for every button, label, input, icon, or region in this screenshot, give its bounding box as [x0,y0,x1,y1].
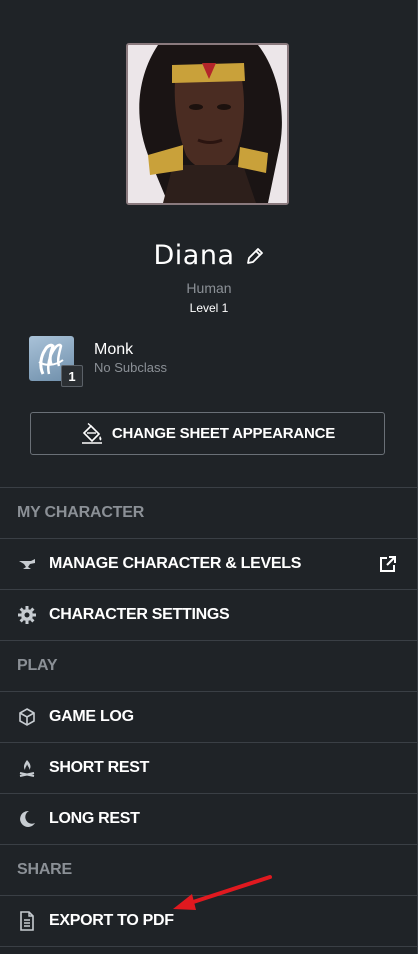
pencil-icon[interactable] [245,246,265,266]
character-race: Human [186,280,232,296]
character-sidebar: Diana Human Level 1 1 Monk No Subclass C… [0,0,418,954]
change-sheet-appearance-button[interactable]: CHANGE SHEET APPEARANCE [30,412,385,455]
menu-item-short-rest[interactable]: SHORT REST [0,742,418,793]
menu-bottom-divider [0,946,418,954]
gear-icon [17,605,37,625]
character-settings-label: CHARACTER SETTINGS [49,606,230,623]
game-log-label: GAME LOG [49,708,134,725]
menu-item-character-settings[interactable]: CHARACTER SETTINGS [0,589,418,640]
monk-class-icon: 1 [29,336,83,387]
section-my-character: MY CHARACTER [0,487,418,538]
menu-item-game-log[interactable]: GAME LOG [0,691,418,742]
portrait-image [128,45,287,203]
external-link-icon[interactable] [378,554,398,574]
section-play: PLAY [0,640,418,691]
class-summary[interactable]: 1 Monk No Subclass [29,336,167,387]
dice-cube-icon [17,707,37,727]
short-rest-label: SHORT REST [49,759,150,776]
annotation-arrow-icon [173,875,272,910]
manage-character-label: MANAGE CHARACTER & LEVELS [49,555,302,572]
campfire-icon [17,758,37,778]
change-sheet-appearance-label: CHANGE SHEET APPEARANCE [111,425,336,442]
moon-icon [17,809,37,829]
class-text: Monk No Subclass [94,336,167,381]
document-icon [17,911,37,931]
menu-item-manage-character[interactable]: MANAGE CHARACTER & LEVELS [0,538,418,589]
character-level: Level 1 [189,301,229,315]
character-name: Diana [153,240,235,271]
character-portrait[interactable] [126,43,289,205]
character-name-row: Diana [0,240,418,271]
paint-bucket-icon [81,422,102,444]
long-rest-label: LONG REST [49,810,140,827]
anvil-icon [17,554,37,574]
export-pdf-label: EXPORT TO PDF [49,912,174,929]
class-level-badge: 1 [61,365,83,387]
menu-item-long-rest[interactable]: LONG REST [0,793,418,844]
subclass-name: No Subclass [94,360,167,375]
class-name: Monk [94,341,134,358]
